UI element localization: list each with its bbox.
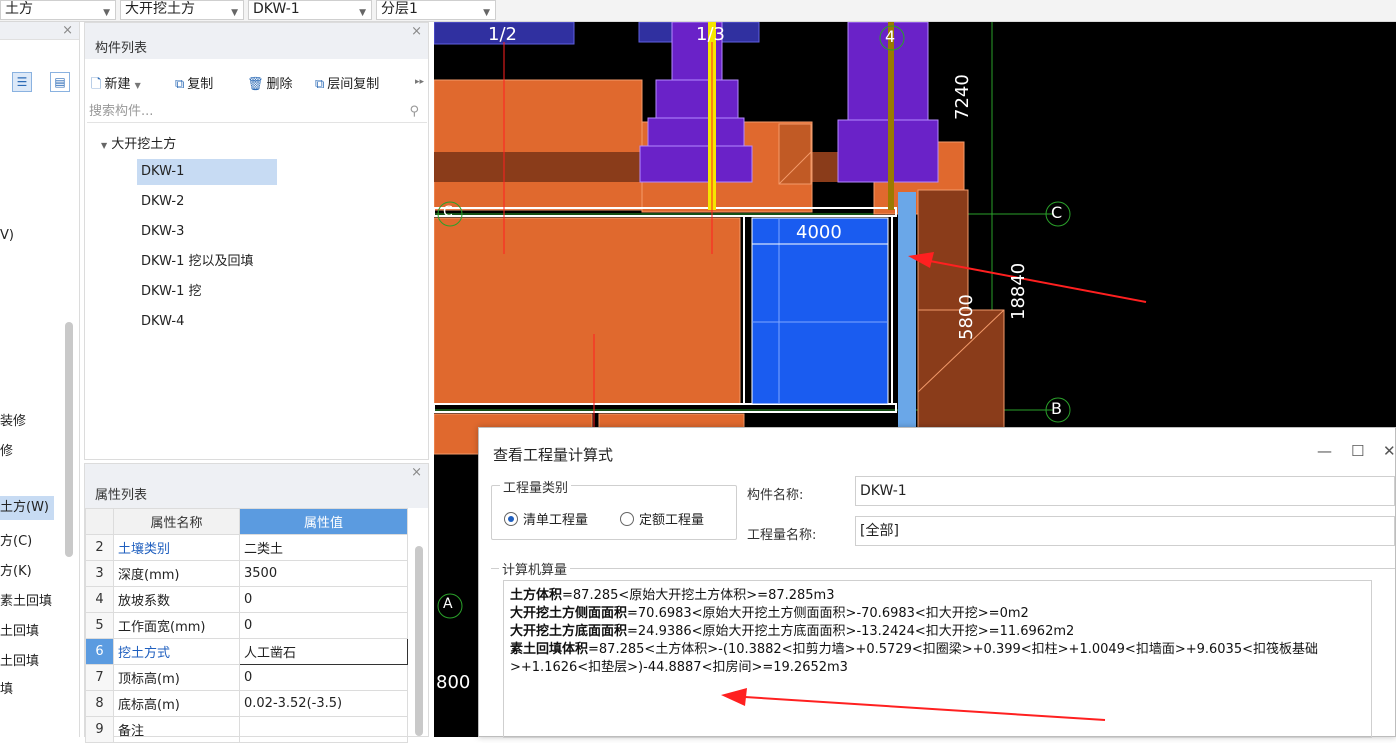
nav-item[interactable]: 土回填 <box>0 620 39 639</box>
tree-group-excavation[interactable]: ▼ 大开挖土方 <box>101 133 176 152</box>
layer-select[interactable]: 分层1 ▼ <box>376 0 496 20</box>
radio-unchecked-icon <box>620 512 634 526</box>
formula-line: 素土回填体积=87.285<土方体积>-(10.3882<扣剪力墙>+0.572… <box>510 642 1318 675</box>
category-select[interactable]: 土方 ▼ <box>0 0 116 20</box>
panel-title: 属性列表 × <box>85 464 428 508</box>
dimension-label: 800 <box>436 672 471 693</box>
navigation-panel: × ☰ ▤ V) 装修 修 土方(W) 方(C) 方(K) 素土回填 土回填 土… <box>0 22 80 737</box>
tree-item-dkw-2[interactable]: DKW-2 <box>137 189 277 215</box>
close-icon[interactable]: × <box>411 23 422 41</box>
trash-icon: 🗑 <box>247 77 264 92</box>
axis-label: C <box>1051 203 1063 222</box>
close-icon[interactable]: × <box>411 464 422 482</box>
nav-item[interactable]: 填 <box>0 678 13 697</box>
more-icon[interactable]: ▸▸ <box>415 77 424 87</box>
quantity-type-group: 工程量类别 清单工程量 定额工程量 <box>491 477 737 540</box>
table-row[interactable]: 2 土壤类别 二类土 <box>85 534 408 561</box>
radio-quota-quantity[interactable]: 定额工程量 <box>620 509 704 528</box>
table-header: 属性名称 属性值 <box>85 508 408 535</box>
nav-item[interactable]: 土回填 <box>0 650 39 669</box>
dimension-label: 4000 <box>796 222 842 243</box>
table-row[interactable]: 5 工作面宽(mm) 0 <box>85 612 408 639</box>
axis-label: A <box>443 596 453 612</box>
chevron-down-icon: ▼ <box>134 81 141 90</box>
dialog-title: 查看工程量计算式 <box>493 446 614 464</box>
quantity-name-select[interactable]: [全部] <box>855 516 1395 546</box>
chevron-down-icon: ▼ <box>359 8 366 18</box>
table-row[interactable]: 9 备注 <box>85 716 408 743</box>
scrollbar[interactable] <box>415 546 423 736</box>
chevron-down-icon: ▼ <box>231 8 238 18</box>
table-row[interactable]: 3 深度(mm) 3500 <box>85 560 408 587</box>
table-row[interactable]: 8 底标高(m) 0.02-3.52(-3.5) <box>85 690 408 717</box>
type-select[interactable]: 大开挖土方 ▼ <box>120 0 244 20</box>
search-input[interactable]: 搜索构件... ⚲ <box>87 101 427 123</box>
quantity-formula-dialog: 查看工程量计算式 — ☐ ✕ 工程量类别 清单工程量 定额工程量 构件名称: D… <box>478 427 1396 738</box>
formula-line: 土方体积=87.285<原始大开挖土方体积>=87.285m3 <box>510 588 835 603</box>
axis-label: 1/3 <box>696 24 725 45</box>
quantity-name-label: 工程量名称: <box>747 528 817 543</box>
search-icon: ⚲ <box>409 104 419 119</box>
table-row[interactable]: 7 顶标高(m) 0 <box>85 664 408 691</box>
property-table: 属性名称 属性值 2 土壤类别 二类土 3 深度(mm) 3500 4 放坡系数… <box>85 508 408 743</box>
maximize-icon[interactable]: ☐ <box>1351 442 1364 460</box>
dimension-label: 7240 <box>952 74 973 120</box>
radio-list-quantity[interactable]: 清单工程量 <box>504 509 588 528</box>
formula-line: 大开挖土方底面面积=24.9386<原始大开挖土方底面面积>-13.2424<扣… <box>510 624 1075 639</box>
chevron-down-icon: ▼ <box>101 141 108 150</box>
list-view-icon[interactable]: ☰ <box>12 72 32 92</box>
chevron-down-icon: ▼ <box>103 8 110 18</box>
floor-copy-icon: ⧉ <box>315 77 325 92</box>
tree-item-dkw-3[interactable]: DKW-3 <box>137 219 277 245</box>
component-select[interactable]: DKW-1 ▼ <box>248 0 372 20</box>
tree-item-dkw-1-dig[interactable]: DKW-1 挖 <box>137 279 277 305</box>
detail-view-icon[interactable]: ▤ <box>50 72 70 92</box>
property-value-editor[interactable]: 人工凿石 <box>239 638 408 665</box>
panel-header: × <box>0 22 79 40</box>
nav-item[interactable]: 修 <box>0 440 13 459</box>
new-button[interactable]: 🗋 新建 ▼ <box>91 73 141 97</box>
property-list-panel: 属性列表 × 属性名称 属性值 2 土壤类别 二类土 3 深度(mm) 3500… <box>84 463 429 743</box>
nav-item-earthwork-selected[interactable]: 土方(W) <box>0 496 54 520</box>
dimension-label: 18840 <box>1008 262 1029 320</box>
formula-line: 大开挖土方侧面面积=70.6983<原始大开挖土方侧面面积>-70.6983<扣… <box>510 606 1029 621</box>
radio-checked-icon <box>504 512 518 526</box>
component-toolbar: 🗋 新建 ▼ ⧉ 复制 🗑 删除 ⧉ 层间复制 ▸▸ <box>85 71 430 95</box>
nav-item[interactable]: V) <box>0 228 14 243</box>
dimension-label: 5800 <box>956 294 977 340</box>
nav-item[interactable]: 方(K) <box>0 560 32 579</box>
tree-item-dkw-1-fill[interactable]: DKW-1 挖以及回填 <box>137 249 277 275</box>
tree-item-dkw-1[interactable]: DKW-1 <box>137 159 277 185</box>
annotation-arrow <box>721 688 1106 721</box>
axis-label: 4 <box>885 27 896 46</box>
floor-copy-button[interactable]: ⧉ 层间复制 <box>315 73 379 92</box>
axis-label: C <box>443 204 453 220</box>
table-row-selected[interactable]: 6 挖土方式 人工凿石 <box>85 638 408 665</box>
new-file-icon: 🗋 <box>91 77 102 92</box>
component-name-label: 构件名称: <box>747 488 804 503</box>
close-icon[interactable]: × <box>62 22 73 40</box>
table-row[interactable]: 4 放坡系数 0 <box>85 586 408 613</box>
chevron-down-icon: ▼ <box>483 8 490 18</box>
component-list-panel: 构件列表 × 🗋 新建 ▼ ⧉ 复制 🗑 删除 ⧉ 层间复制 ▸▸ 搜索构件... ⚲ … <box>84 22 429 460</box>
close-icon[interactable]: ✕ <box>1383 442 1396 460</box>
nav-item[interactable]: 装修 <box>0 410 26 429</box>
scrollbar[interactable] <box>65 322 73 557</box>
component-name-field[interactable]: DKW-1 <box>855 476 1395 506</box>
copy-icon: ⧉ <box>175 77 185 92</box>
col-header-name: 属性名称 <box>113 508 240 535</box>
axis-label: 1/2 <box>488 24 517 45</box>
tree-item-dkw-4[interactable]: DKW-4 <box>137 309 277 335</box>
top-selector-bar: 土方 ▼ 大开挖土方 ▼ DKW-1 ▼ 分层1 ▼ <box>0 0 1396 22</box>
col-header-value: 属性值 <box>239 508 408 535</box>
panel-title: 构件列表 × <box>85 23 428 59</box>
nav-item[interactable]: 素土回填 <box>0 590 52 609</box>
copy-button[interactable]: ⧉ 复制 <box>175 73 213 92</box>
minimize-icon[interactable]: — <box>1317 442 1332 460</box>
axis-label: B <box>1051 399 1062 418</box>
delete-button[interactable]: 🗑 删除 <box>247 73 293 92</box>
nav-item[interactable]: 方(C) <box>0 530 32 549</box>
